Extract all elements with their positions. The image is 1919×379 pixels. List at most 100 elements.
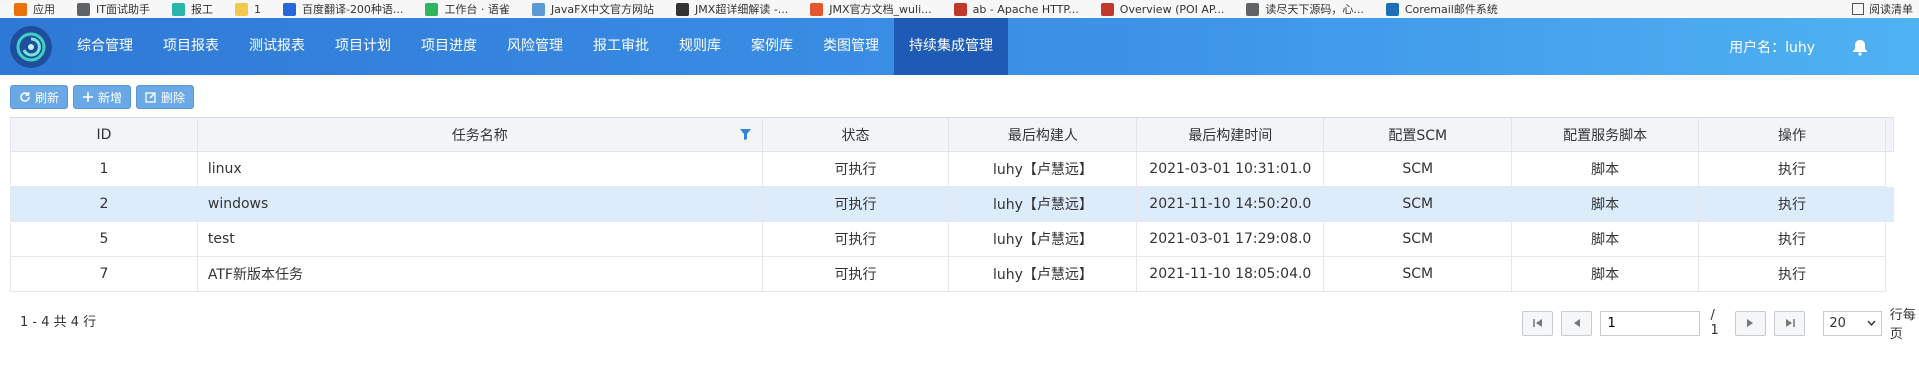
bookmark-item[interactable]: 工作台 · 语雀: [425, 1, 510, 17]
filter-icon[interactable]: [739, 128, 752, 141]
refresh-button[interactable]: 刷新: [10, 85, 69, 109]
nav-item[interactable]: 案例库: [736, 18, 808, 75]
nav-item[interactable]: 项目进度: [406, 18, 492, 75]
cell-execute-link[interactable]: 执行: [1698, 186, 1886, 222]
header-scm[interactable]: 配置SCM: [1323, 117, 1513, 152]
bookmark-label: JMX超详细解读 -...: [695, 3, 789, 16]
cell-script-link[interactable]: 脚本: [1511, 256, 1700, 292]
bookmark-item[interactable]: JMX官方文档_wuli...: [810, 1, 932, 17]
table-row[interactable]: 7 ATF新版本任务 可执行 luhy【卢慧远】 2021-11-10 18:05:04…: [10, 256, 1894, 292]
header-id[interactable]: ID: [10, 117, 198, 152]
nav-item[interactable]: 持续集成管理: [894, 18, 1008, 75]
main-nav: 综合管理 项目报表 测试报表 项目计划 项目进度 风险管理 报工审批 规则库 案例库 类图管理 持续…: [62, 18, 1008, 75]
row-range-text: 1 - 4 共 4 行: [20, 315, 97, 330]
cell-task-name[interactable]: test: [196, 221, 763, 257]
bookmark-item[interactable]: JMX超详细解读 -...: [676, 1, 788, 17]
table-header-row: ID 任务名称 状态 最后构建人 最后构建时间 配置SCM 配置服务脚本 操作: [10, 117, 1895, 152]
cell-status: 可执行: [761, 186, 950, 222]
cell-task-name[interactable]: linux: [196, 151, 763, 187]
apps-grid-icon: [14, 2, 27, 16]
chevron-down-icon: [1867, 320, 1876, 326]
cell-scm-link[interactable]: SCM: [1323, 221, 1513, 257]
page-size-value: 20: [1829, 315, 1846, 331]
bookmark-label: JMX官方文档_wuli...: [829, 3, 932, 16]
user-name[interactable]: 用户名：luhy: [1729, 37, 1815, 57]
nav-item[interactable]: 类图管理: [808, 18, 894, 75]
bookmark-item[interactable]: ab - Apache HTTP...: [953, 2, 1079, 16]
bookmark-item[interactable]: IT面试助手: [77, 1, 150, 17]
next-page-icon: [1747, 319, 1754, 327]
row-scroll-spacer: [1885, 186, 1894, 222]
header-op[interactable]: 操作: [1698, 117, 1886, 152]
last-page-icon: [1785, 319, 1795, 327]
bookmark-item[interactable]: Coremail邮件系统: [1385, 1, 1498, 17]
cell-script-link[interactable]: 脚本: [1511, 186, 1700, 222]
cell-script-link[interactable]: 脚本: [1511, 221, 1700, 257]
page-number-input[interactable]: [1600, 310, 1701, 336]
nav-item[interactable]: 项目计划: [320, 18, 406, 75]
cell-script-link[interactable]: 脚本: [1511, 151, 1700, 187]
bookmark-item[interactable]: 百度翻译-200种语...: [282, 1, 403, 17]
nav-item[interactable]: 综合管理: [62, 18, 148, 75]
bookmark-item[interactable]: 应用: [14, 1, 55, 17]
swirl-icon: [171, 2, 185, 16]
refresh-icon: [20, 92, 30, 102]
edit-icon: [145, 92, 156, 103]
bookmark-item[interactable]: Overview (POI AP...: [1100, 2, 1225, 16]
table-row[interactable]: 5 test 可执行 luhy【卢慧远】 2021-03-01 17:29:08.0 SC…: [10, 221, 1894, 257]
cell-execute-link[interactable]: 执行: [1698, 221, 1886, 257]
header-script[interactable]: 配置服务脚本: [1511, 117, 1700, 152]
cell-id: 7: [10, 256, 198, 292]
globe-icon: [77, 2, 90, 16]
nav-item[interactable]: 报工审批: [578, 18, 664, 75]
nav-item[interactable]: 项目报表: [148, 18, 234, 75]
nav-item[interactable]: 测试报表: [234, 18, 320, 75]
cell-id: 1: [10, 151, 198, 187]
table-row[interactable]: 1 linux 可执行 luhy【卢慧远】 2021-03-01 10:31:01.0 S…: [10, 151, 1894, 187]
add-button[interactable]: 新增: [73, 85, 132, 109]
cell-id: 5: [10, 221, 198, 257]
header-time[interactable]: 最后构建时间: [1136, 117, 1325, 152]
prev-page-button[interactable]: [1561, 310, 1593, 336]
header-name[interactable]: 任务名称: [196, 117, 763, 152]
next-page-button[interactable]: [1734, 310, 1767, 336]
reading-list-icon: [1852, 3, 1864, 15]
first-page-button[interactable]: [1522, 310, 1554, 336]
bookmark-label: IT面试助手: [96, 3, 150, 16]
toolbar: 刷新 新增 删除: [10, 85, 195, 109]
row-scroll-spacer: [1885, 152, 1893, 187]
header-status[interactable]: 状态: [761, 117, 950, 152]
page-total: / 1: [1710, 308, 1719, 338]
nav-item[interactable]: 规则库: [664, 18, 736, 75]
cell-task-name[interactable]: ATF新版本任务: [196, 256, 763, 292]
last-page-button[interactable]: [1774, 310, 1806, 336]
cell-scm-link[interactable]: SCM: [1323, 186, 1513, 222]
cell-scm-link[interactable]: SCM: [1323, 256, 1513, 292]
bookmark-item[interactable]: 读尽天下源码，心...: [1246, 1, 1364, 17]
bell-icon[interactable]: [1851, 38, 1869, 56]
bookmark-label: Overview (POI AP...: [1119, 2, 1225, 16]
nav-item[interactable]: 风险管理: [492, 18, 578, 75]
cell-scm-link[interactable]: SCM: [1323, 151, 1513, 187]
bookmark-label: 1: [253, 2, 261, 16]
cell-task-name[interactable]: windows: [196, 186, 763, 222]
cell-status: 可执行: [761, 256, 950, 292]
reading-list-label: 阅读清单: [1869, 3, 1913, 16]
cell-builder: luhy【卢慧远】: [948, 256, 1138, 292]
header-builder[interactable]: 最后构建人: [948, 117, 1138, 152]
reading-list-button[interactable]: 阅读清单: [1852, 0, 1919, 18]
cell-execute-link[interactable]: 执行: [1698, 256, 1886, 292]
top-navbar: 综合管理 项目报表 测试报表 项目计划 项目进度 风险管理 报工审批 规则库 案例库 类图管理 持续…: [0, 18, 1919, 75]
cell-id: 2: [10, 186, 198, 222]
bookmark-item[interactable]: JavaFX中文官方网站: [531, 1, 654, 17]
delete-button[interactable]: 删除: [136, 85, 195, 109]
pager: / 1 20 行每页: [1522, 304, 1919, 342]
bookmark-item[interactable]: 报工: [171, 1, 213, 17]
cell-status: 可执行: [761, 221, 950, 257]
bookmark-item[interactable]: 1: [234, 2, 261, 16]
prev-page-icon: [1573, 319, 1580, 327]
add-label: 新增: [98, 90, 123, 105]
page-size-select[interactable]: 20: [1823, 310, 1882, 336]
cell-execute-link[interactable]: 执行: [1698, 151, 1886, 187]
table-row[interactable]: 2 windows 可执行 luhy【卢慧远】 2021-11-10 14:50:20.…: [10, 186, 1894, 222]
